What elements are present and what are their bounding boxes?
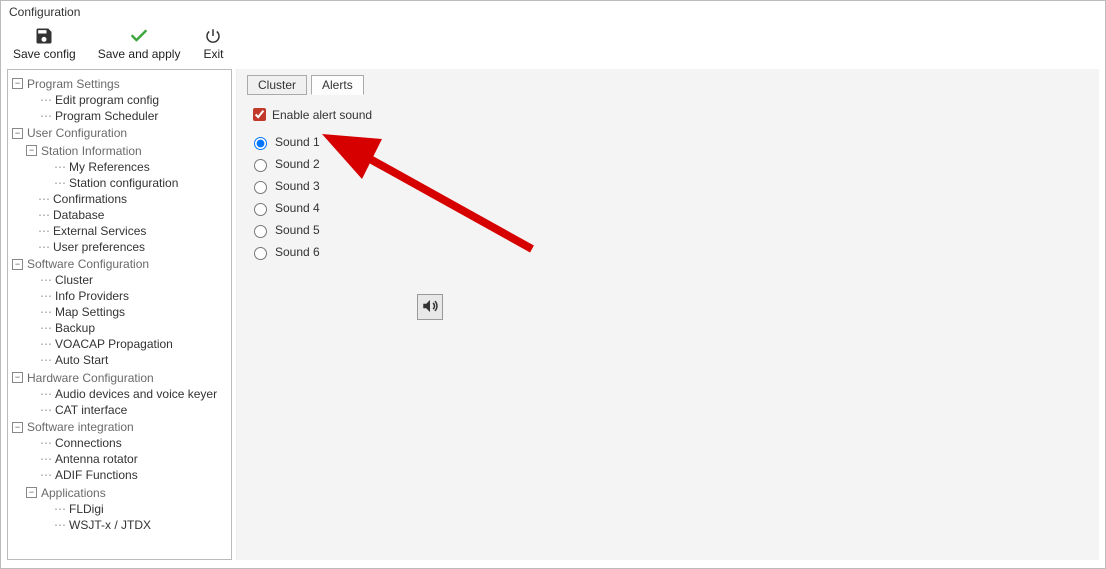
toolbar: Save config Save and apply Exit — [1, 19, 1105, 69]
sound-1-radio[interactable] — [254, 137, 267, 150]
tree-vocap-propagation[interactable]: ⋯VOACAP Propagation — [38, 336, 175, 352]
sound-6-radio[interactable] — [254, 247, 267, 260]
tree-info-providers[interactable]: ⋯Info Providers — [38, 288, 131, 304]
collapse-icon[interactable]: − — [12, 128, 23, 139]
nav-tree[interactable]: −Program Settings ⋯Edit program config ⋯… — [7, 69, 232, 560]
tree-cluster[interactable]: ⋯Cluster — [38, 272, 95, 288]
tree-applications[interactable]: −Applications — [24, 485, 108, 501]
config-window: Configuration Save config Save and apply… — [0, 0, 1106, 569]
tree-user-configuration[interactable]: −User Configuration — [10, 125, 129, 141]
sound-5-radio[interactable] — [254, 225, 267, 238]
tree-software-configuration[interactable]: −Software Configuration — [10, 256, 151, 272]
save-config-button[interactable]: Save config — [7, 23, 82, 63]
exit-label: Exit — [203, 47, 223, 61]
sound-4-label: Sound 4 — [275, 201, 320, 215]
tree-backup[interactable]: ⋯Backup — [38, 320, 97, 336]
collapse-icon[interactable]: − — [12, 259, 23, 270]
tree-hardware-configuration[interactable]: −Hardware Configuration — [10, 370, 156, 386]
tree-program-settings[interactable]: −Program Settings — [10, 76, 122, 92]
tree-program-scheduler[interactable]: ⋯Program Scheduler — [38, 108, 160, 124]
tree-fldigi[interactable]: ⋯FLDigi — [52, 501, 106, 517]
tab-strip: Cluster Alerts — [247, 75, 1089, 95]
tree-station-configuration[interactable]: ⋯Station configuration — [52, 175, 180, 191]
tree-adif-functions[interactable]: ⋯ADIF Functions — [38, 467, 140, 483]
sound-3-label: Sound 3 — [275, 179, 320, 193]
save-and-apply-label: Save and apply — [98, 47, 181, 61]
window-title: Configuration — [1, 1, 1105, 19]
collapse-icon[interactable]: − — [12, 78, 23, 89]
tab-alerts[interactable]: Alerts — [311, 75, 364, 95]
collapse-icon[interactable]: − — [26, 145, 37, 156]
tab-cluster[interactable]: Cluster — [247, 75, 307, 95]
tree-edit-program-config[interactable]: ⋯Edit program config — [38, 92, 161, 108]
sound-2-radio[interactable] — [254, 159, 267, 172]
main-pane: Cluster Alerts Enable alert sound Sound … — [236, 69, 1099, 560]
play-sound-button[interactable] — [417, 294, 443, 320]
tree-connections[interactable]: ⋯Connections — [38, 435, 124, 451]
power-icon — [202, 25, 224, 47]
sound-1-label: Sound 1 — [275, 135, 320, 149]
tree-station-information[interactable]: −Station Information — [24, 143, 144, 159]
sound-6-label: Sound 6 — [275, 245, 320, 259]
tree-antenna-rotator[interactable]: ⋯Antenna rotator — [38, 451, 140, 467]
collapse-icon[interactable]: − — [26, 487, 37, 498]
speaker-icon — [421, 297, 439, 318]
tree-auto-start[interactable]: ⋯Auto Start — [38, 352, 110, 368]
tree-confirmations[interactable]: ⋯Confirmations — [24, 191, 129, 207]
sound-5-label: Sound 5 — [275, 223, 320, 237]
save-and-apply-button[interactable]: Save and apply — [92, 23, 187, 63]
tree-database[interactable]: ⋯Database — [24, 207, 106, 223]
tree-cat-interface[interactable]: ⋯CAT interface — [38, 402, 129, 418]
check-icon — [128, 25, 150, 47]
collapse-icon[interactable]: − — [12, 422, 23, 433]
tree-map-settings[interactable]: ⋯Map Settings — [38, 304, 127, 320]
tree-external-services[interactable]: ⋯External Services — [24, 223, 148, 239]
tree-wsjtx[interactable]: ⋯WSJT-x / JTDX — [52, 517, 153, 533]
floppy-icon — [33, 25, 55, 47]
collapse-icon[interactable]: − — [12, 372, 23, 383]
tree-software-integration[interactable]: −Software integration — [10, 419, 136, 435]
enable-alert-sound-checkbox[interactable] — [253, 108, 266, 121]
exit-button[interactable]: Exit — [196, 23, 230, 63]
sound-3-radio[interactable] — [254, 181, 267, 194]
tree-audio-devices[interactable]: ⋯Audio devices and voice keyer — [38, 386, 219, 402]
save-config-label: Save config — [13, 47, 76, 61]
sound-2-label: Sound 2 — [275, 157, 320, 171]
sound-4-radio[interactable] — [254, 203, 267, 216]
enable-alert-sound-label: Enable alert sound — [272, 108, 372, 122]
tree-my-references[interactable]: ⋯My References — [52, 159, 152, 175]
tree-user-preferences[interactable]: ⋯User preferences — [24, 239, 147, 255]
